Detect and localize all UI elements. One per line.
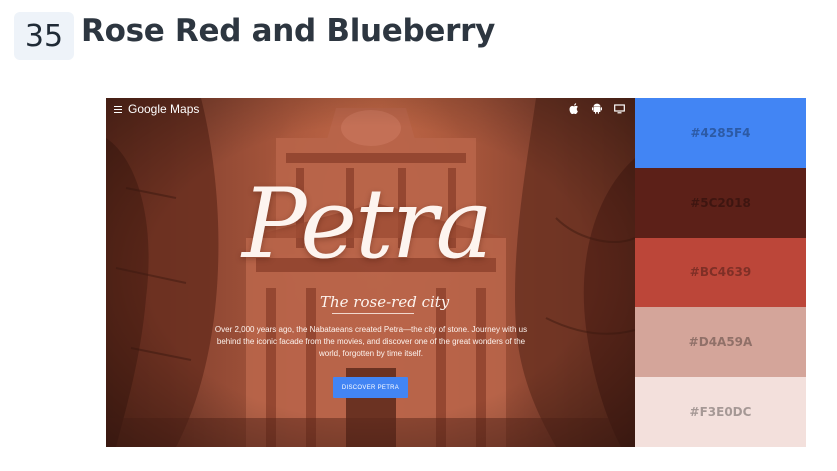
swatch-dusty-pink: #D4A59A (635, 307, 806, 378)
platform-icons (568, 103, 625, 114)
google-maps-logo: Google Maps (128, 102, 200, 116)
hero-screenshot: Google Maps Petra The rose-red city Over… (106, 98, 635, 447)
subtitle-underline (332, 313, 414, 314)
desktop-icon[interactable] (614, 103, 625, 114)
page-title: Rose Red and Blueberry (81, 13, 496, 49)
swatch-blush: #F3E0DC (635, 377, 806, 447)
android-icon[interactable] (591, 103, 602, 114)
swatch-hex-label: #D4A59A (688, 335, 753, 350)
swatch-hex-label: #BC4639 (689, 265, 752, 280)
apple-icon[interactable] (568, 103, 579, 114)
swatch-rose-red: #BC4639 (635, 237, 806, 308)
hero-subtitle: The rose-red city (320, 293, 450, 311)
swatch-hex-label: #F3E0DC (689, 405, 752, 420)
color-palette: #4285F4 #5C2018 #BC4639 #D4A59A #F3E0DC (635, 98, 806, 447)
swatch-blueberry: #4285F4 (635, 98, 806, 168)
hero-title: Petra (242, 168, 493, 280)
menu-icon[interactable] (114, 106, 122, 113)
palette-number-badge: 35 (14, 12, 74, 60)
swatch-hex-label: #5C2018 (690, 195, 751, 210)
hero-description: Over 2,000 years ago, the Nabataeans cre… (214, 325, 528, 358)
palette-number: 35 (24, 18, 64, 54)
swatch-dark-red: #5C2018 (635, 167, 806, 238)
swatch-hex-label: #4285F4 (690, 125, 751, 140)
discover-petra-button[interactable]: DISCOVER PETRA (333, 377, 408, 398)
